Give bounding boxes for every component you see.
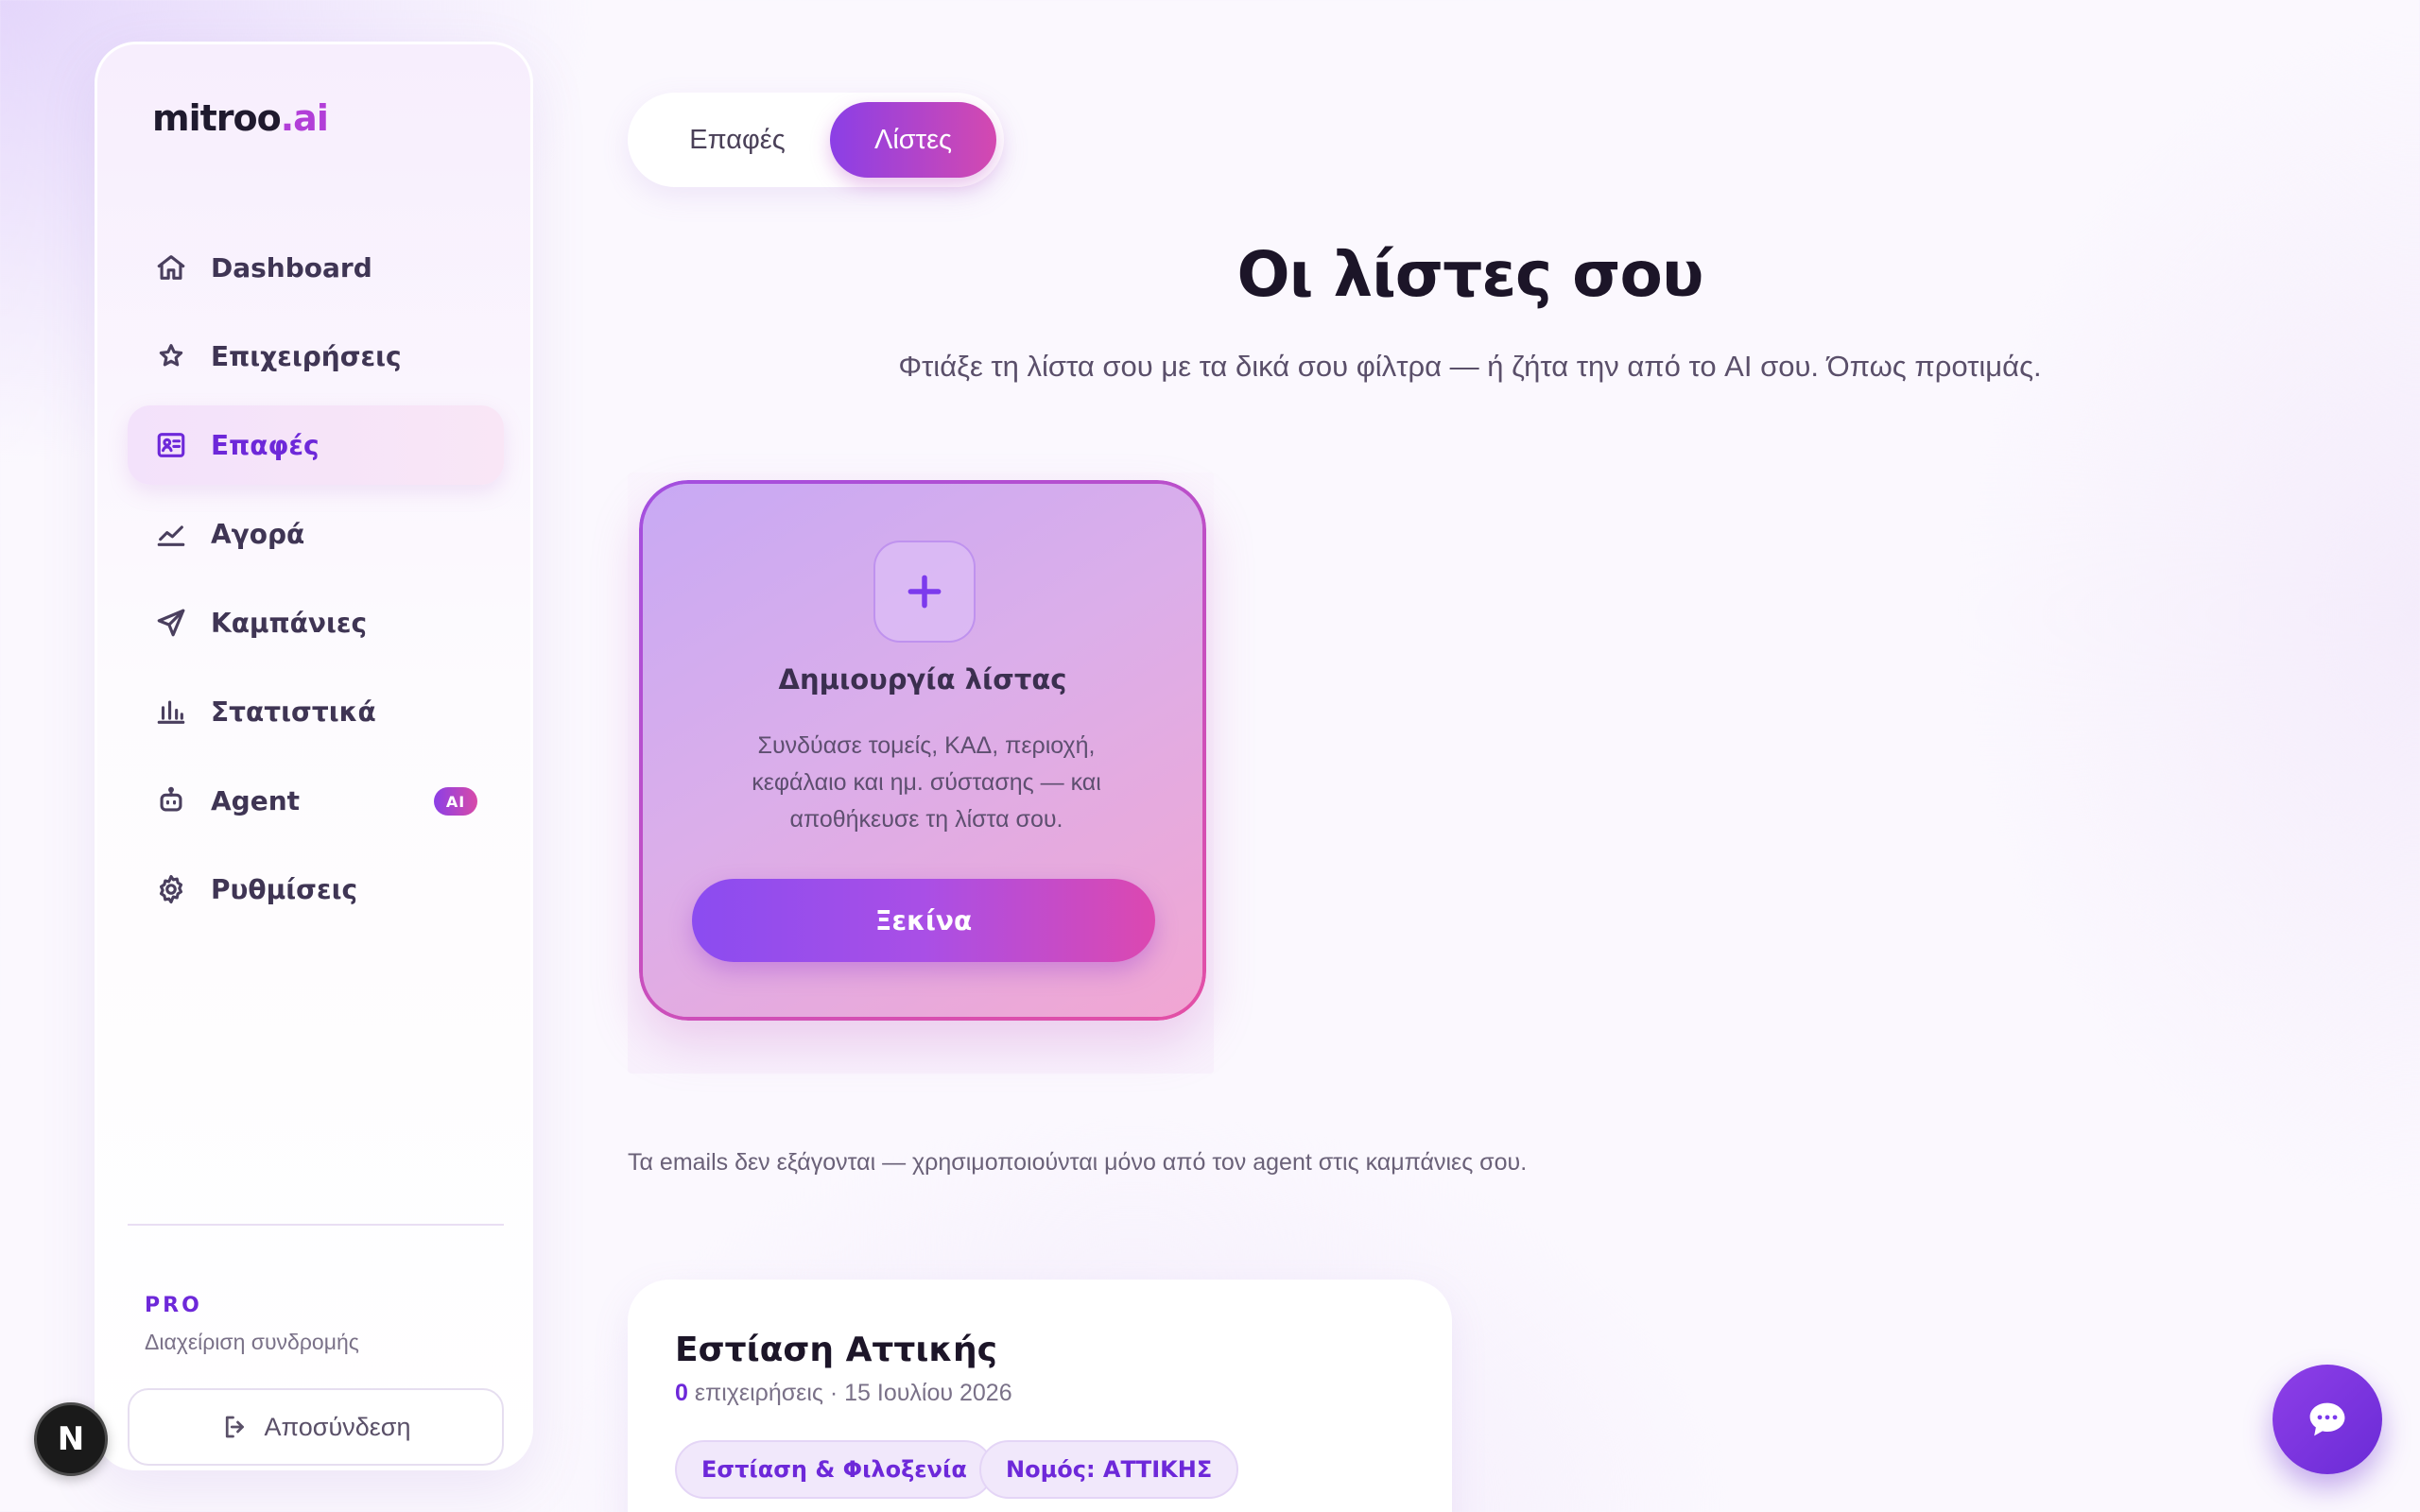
sidebar-item-label: Επαφές — [211, 429, 320, 461]
sidebar-item-label: Καμπάνιες — [211, 607, 368, 639]
tag-chip: Εστίαση & Φιλοξενία — [675, 1440, 994, 1499]
list-count: 0 — [675, 1380, 688, 1406]
next-dev-badge[interactable]: N — [34, 1402, 108, 1476]
send-icon — [154, 606, 188, 640]
trend-chart-icon — [154, 517, 188, 551]
chat-bubble-icon — [2309, 1402, 2345, 1436]
tab-lists[interactable]: Λίστες — [830, 102, 996, 178]
sidebar-item-agent[interactable]: Agent AI — [128, 761, 504, 840]
list-meta: 0 επιχειρήσεις · 15 Ιουλίου 2026 — [675, 1380, 1012, 1407]
sidebar-item-market[interactable]: Αγορά — [128, 494, 504, 574]
sidebar-item-label: Στατιστικά — [211, 696, 376, 728]
page-title: Οι λίστες σου — [1236, 238, 1704, 311]
sidebar-item-campaigns[interactable]: Καμπάνιες — [128, 583, 504, 662]
sidebar-item-settings[interactable]: Ρυθμίσεις — [128, 850, 504, 929]
sidebar-item-label: Dashboard — [211, 251, 372, 284]
robot-icon — [154, 783, 188, 817]
sidebar-item-label: Agent — [211, 784, 301, 816]
start-button[interactable]: Ξεκίνα — [692, 879, 1155, 962]
contact-card-icon — [154, 428, 188, 462]
brand-suffix: .ai — [280, 97, 329, 139]
list-name: Εστίαση Αττικής — [675, 1331, 997, 1369]
list-card[interactable]: Εστίαση Αττικής 0 επιχειρήσεις · 15 Ιουλ… — [628, 1280, 1452, 1512]
tab-contacts[interactable]: Επαφές — [645, 102, 830, 178]
gear-icon — [154, 872, 188, 906]
ai-badge: AI — [434, 787, 477, 816]
sidebar: mitroo.ai Dashboard Επιχειρήσεις Επαφές … — [95, 42, 533, 1470]
create-list-title: Δημιουργία λίστας — [778, 663, 1067, 696]
manage-subscription-link[interactable]: Διαχείριση συνδρομής — [145, 1330, 359, 1355]
plus-icon[interactable] — [873, 541, 976, 643]
sidebar-item-contacts[interactable]: Επαφές — [128, 405, 504, 485]
emails-note: Τα emails δεν εξάγονται — χρησιμοποιούντ… — [628, 1149, 1528, 1176]
sidebar-item-statistics[interactable]: Στατιστικά — [128, 672, 504, 751]
create-list-card: Δημιουργία λίστας Συνδύασε τομείς, ΚΑΔ, … — [639, 480, 1206, 1021]
sidebar-item-label: Επιχειρήσεις — [211, 340, 402, 372]
list-meta-text: επιχειρήσεις · 15 Ιουλίου 2026 — [687, 1380, 1012, 1406]
plan-badge: PRO — [145, 1294, 202, 1317]
brand-logo[interactable]: mitroo.ai — [152, 97, 329, 139]
sidebar-item-dashboard[interactable]: Dashboard — [128, 228, 504, 307]
home-icon — [154, 250, 188, 284]
chat-button[interactable] — [2273, 1365, 2382, 1474]
sidebar-item-label: Ρυθμίσεις — [211, 873, 358, 905]
logout-label: Αποσύνδεση — [264, 1412, 411, 1441]
bar-chart-icon — [154, 695, 188, 729]
view-switcher: Επαφές Λίστες — [628, 93, 1004, 187]
sidebar-divider — [128, 1224, 504, 1226]
sidebar-item-businesses[interactable]: Επιχειρήσεις — [128, 317, 504, 396]
create-list-description: Συνδύασε τομείς, ΚΑΔ, περιοχή, κεφάλαιο … — [752, 732, 1101, 833]
page-subtitle: Φτιάξε τη λίστα σου με τα δικά σου φίλτρ… — [898, 350, 2042, 383]
star-icon — [154, 339, 188, 373]
logout-icon — [225, 1416, 244, 1438]
tag-chip: Νομός: ΑΤΤΙΚΗΣ — [979, 1440, 1239, 1499]
sidebar-item-label: Αγορά — [211, 518, 305, 550]
logout-button[interactable]: Αποσύνδεση — [128, 1388, 504, 1466]
brand-name: mitroo — [152, 97, 282, 139]
